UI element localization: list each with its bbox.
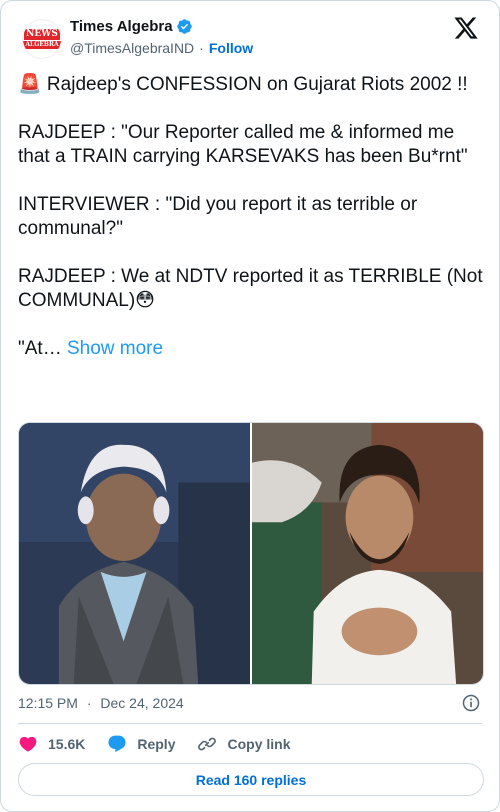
meta-separator: · [86, 695, 92, 711]
link-icon [198, 737, 217, 751]
like-count: 15.6K [48, 736, 86, 752]
handle-row: @TimesAlgebraIND · Follow [70, 40, 253, 56]
photo-right-image [252, 423, 483, 684]
x-logo-icon[interactable] [453, 15, 479, 41]
display-name[interactable]: Times Algebra [70, 18, 173, 35]
tweet-time: 12:15 PM [18, 695, 78, 711]
follow-button[interactable]: Follow [209, 40, 253, 56]
photo-left[interactable] [19, 423, 250, 684]
avatar-logo-line2: ALGEBRA [23, 41, 61, 49]
tweet-timestamp[interactable]: 12:15 PM · Dec 24, 2024 [18, 695, 184, 711]
reply-label: Reply [137, 736, 176, 752]
show-more-link[interactable]: Show more [67, 338, 163, 359]
divider [18, 723, 482, 724]
tweet-body: 🚨 Rajdeep's CONFESSION on Gujarat Riots … [18, 74, 483, 359]
info-icon[interactable] [461, 693, 481, 713]
like-button[interactable]: 15.6K [18, 734, 85, 754]
handle[interactable]: @TimesAlgebraIND [70, 40, 194, 56]
tweet-date: Dec 24, 2024 [100, 695, 184, 711]
photo-right[interactable] [252, 423, 483, 684]
read-replies-button[interactable]: Read 160 replies [18, 763, 484, 796]
tweet-media[interactable] [18, 422, 484, 685]
tweet-actions: 15.6K Reply Copy link [18, 734, 313, 754]
read-replies-label: Read 160 replies [195, 771, 307, 788]
heart-icon [19, 736, 37, 752]
avatar-logo-line1: NEWS [24, 29, 60, 40]
embedded-tweet-card: NEWS ALGEBRA Times Algebra @TimesAlgebra… [0, 0, 500, 812]
tweet-text: 🚨 Rajdeep's CONFESSION on Gujarat Riots … [18, 73, 484, 361]
photo-left-image [19, 423, 250, 684]
copy-link-label: Copy link [227, 736, 291, 752]
copy-link-button[interactable]: Copy link [197, 734, 291, 754]
reply-button[interactable]: Reply [107, 734, 175, 754]
avatar[interactable]: NEWS ALGEBRA [22, 19, 62, 59]
separator-dot: · [199, 40, 204, 56]
tweet-header: NEWS ALGEBRA Times Algebra @TimesAlgebra… [18, 15, 483, 59]
reply-bubble-icon [108, 735, 126, 753]
name-row: Times Algebra [70, 18, 193, 35]
verified-badge-icon [176, 19, 192, 34]
